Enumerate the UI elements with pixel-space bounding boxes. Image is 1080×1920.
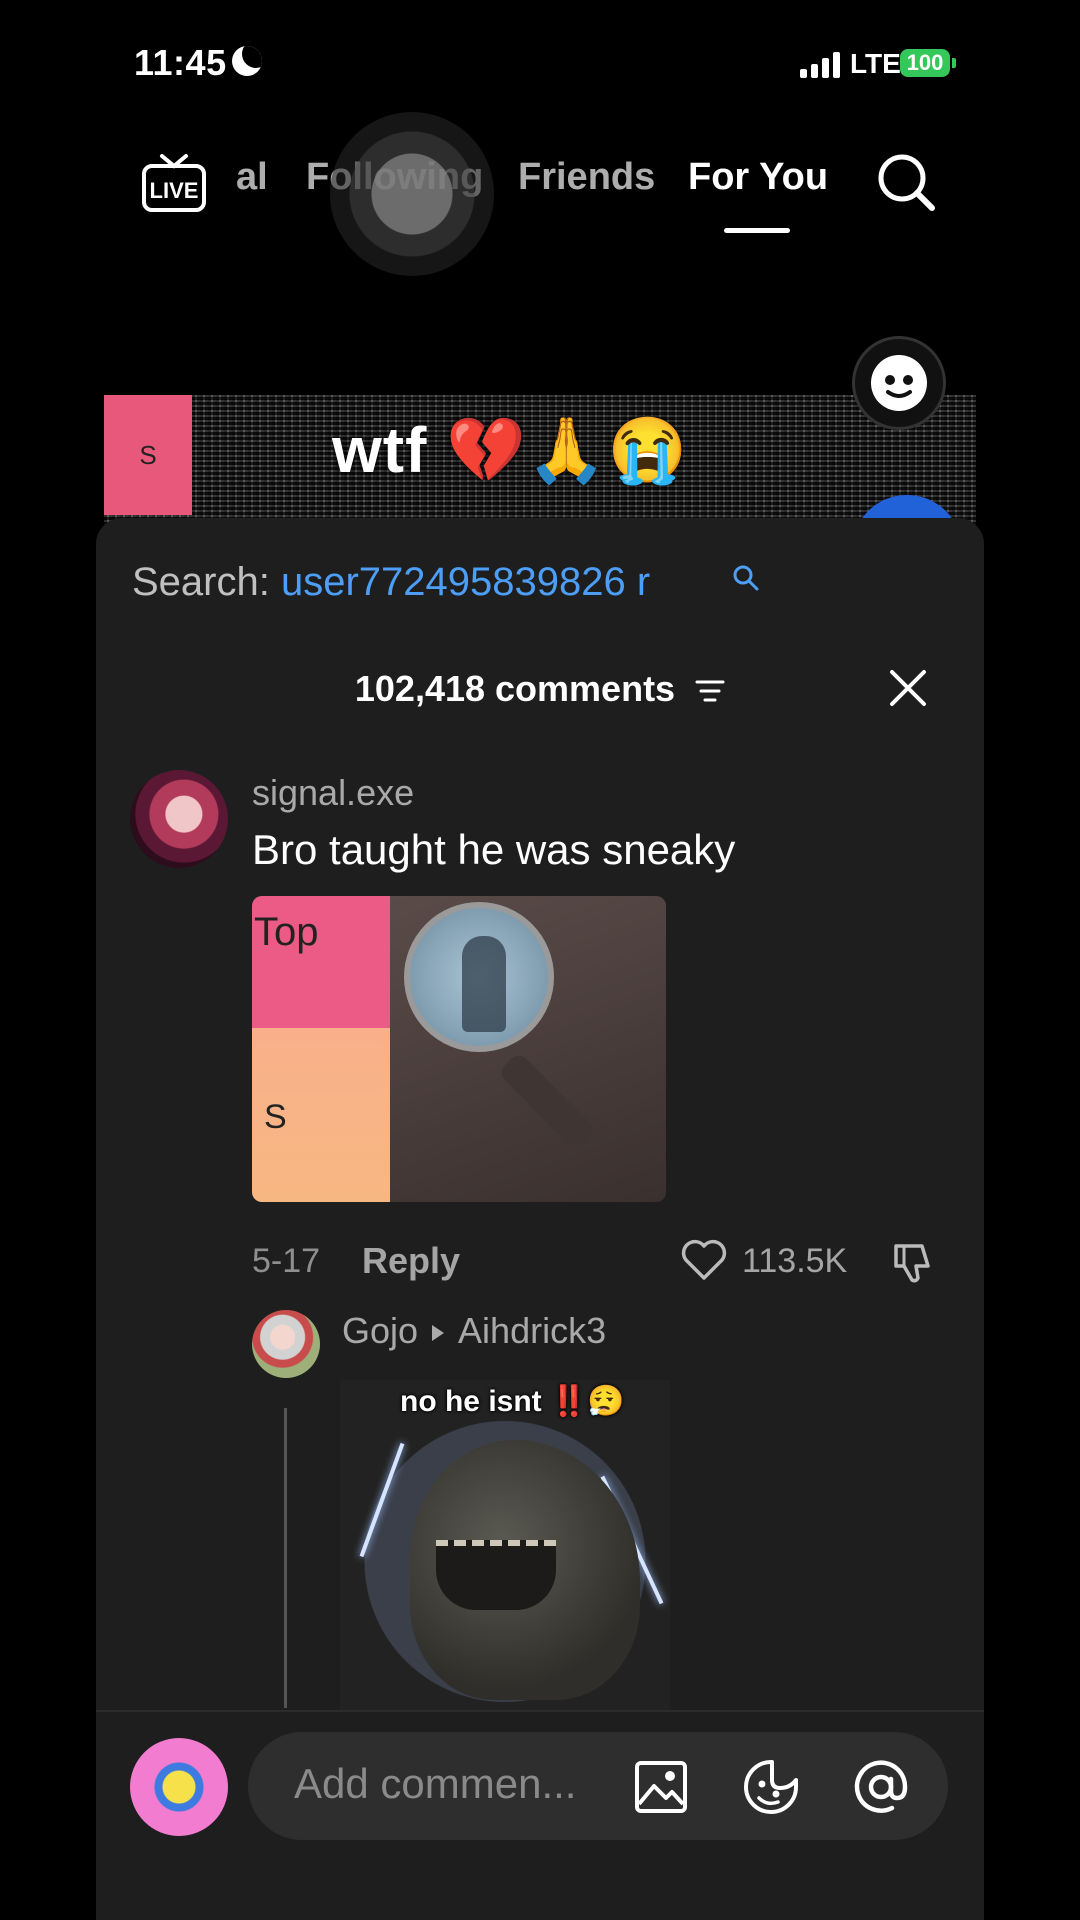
filter-icon[interactable] xyxy=(695,679,725,703)
search-icon[interactable] xyxy=(876,152,938,214)
tier-top-label: Top xyxy=(252,896,390,1028)
tier-label: S xyxy=(104,395,192,515)
face-icon[interactable] xyxy=(852,336,946,430)
touch-indicator xyxy=(330,112,494,276)
reply-header: Gojo Aihdrick3 xyxy=(342,1310,606,1352)
reply-button[interactable]: Reply xyxy=(362,1240,460,1282)
thread-line xyxy=(284,1408,287,1708)
search-query-link[interactable]: user772495839826 r xyxy=(281,560,650,604)
reply-username[interactable]: Gojo xyxy=(342,1310,418,1351)
heart-icon[interactable] xyxy=(680,1238,728,1282)
comment-date: 5-17 xyxy=(252,1242,321,1280)
video-preview[interactable]: S wtf 💔🙏😭 xyxy=(104,395,976,525)
tab-for-you[interactable]: For You xyxy=(688,156,828,199)
moon-icon xyxy=(232,46,262,76)
comment-username[interactable]: signal.exe xyxy=(252,772,414,814)
comments-header: 102,418 comments xyxy=(96,668,984,710)
comment-text: Bro taught he was sneaky xyxy=(252,826,736,873)
mention-icon[interactable] xyxy=(852,1758,910,1816)
reply-arrow-icon xyxy=(432,1325,445,1342)
tab-local[interactable]: al xyxy=(236,156,268,199)
comment-input[interactable] xyxy=(294,1760,594,1808)
image-icon[interactable] xyxy=(632,1758,690,1816)
like-count: 113.5K xyxy=(742,1242,848,1280)
comments-count: 102,418 comments xyxy=(354,668,676,709)
battery-icon: 100 xyxy=(900,49,956,77)
tier-s-label: S xyxy=(252,1028,390,1202)
tab-friends[interactable]: Friends xyxy=(518,156,655,199)
search-label: Search: xyxy=(132,560,270,604)
network-type: LTE xyxy=(850,48,901,79)
reply-avatar[interactable] xyxy=(252,1310,320,1378)
reply-image[interactable]: no he isnt ‼️😮‍💨 xyxy=(340,1380,670,1710)
top-nav: LIVE al Following Friends For You xyxy=(0,140,1080,240)
reply-to-username[interactable]: Aihdrick3 xyxy=(458,1310,606,1351)
comment-search-suggestion[interactable]: Search: user772495839826 r xyxy=(132,560,650,605)
signal-icon xyxy=(800,50,840,78)
dislike-icon[interactable] xyxy=(888,1238,936,1286)
close-icon[interactable] xyxy=(886,666,930,710)
live-icon[interactable]: LIVE xyxy=(140,150,208,214)
my-avatar[interactable] xyxy=(130,1738,228,1836)
avatar[interactable] xyxy=(130,770,228,868)
comment-input-bar xyxy=(96,1710,984,1920)
search-mini-icon xyxy=(733,565,759,591)
status-time: 11:45 xyxy=(134,42,227,83)
comments-sheet: Search: user772495839826 r 102,418 comme… xyxy=(96,518,984,1920)
comment-input-container[interactable] xyxy=(248,1732,948,1840)
video-overlay-text: wtf 💔🙏😭 xyxy=(332,414,689,486)
reply-image-caption: no he isnt ‼️😮‍💨 xyxy=(400,1385,625,1418)
svg-text:LIVE: LIVE xyxy=(150,178,199,203)
status-bar: 11:45 LTE 100 xyxy=(0,0,1080,130)
active-tab-indicator xyxy=(724,228,790,233)
comment-meta: 5-17 Reply 113.5K xyxy=(252,1230,952,1290)
sticker-icon[interactable] xyxy=(742,1758,800,1816)
comment-image[interactable]: Top S xyxy=(252,896,666,1202)
